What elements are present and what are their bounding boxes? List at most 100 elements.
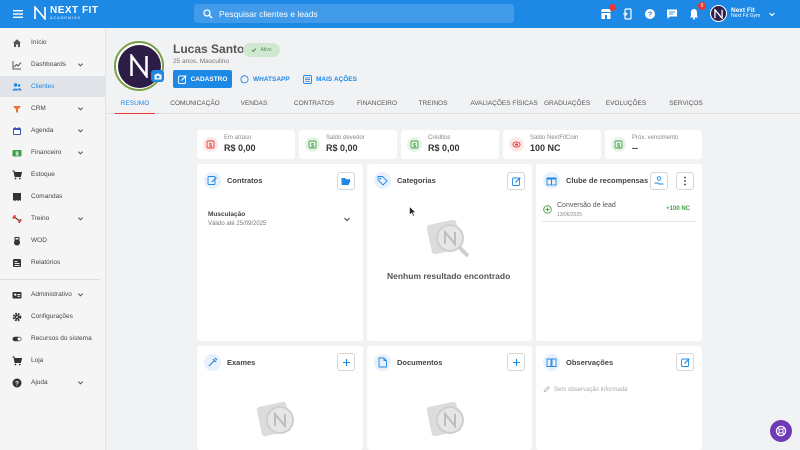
stat-value: R$ 0,00 <box>428 142 460 153</box>
crm-icon <box>12 104 22 114</box>
sidebar-item-clientes[interactable]: Clientes <box>0 76 106 97</box>
stat-saldo-devedor: $ Saldo devedor R$ 0,00 <box>299 130 397 159</box>
sidebar-item-financeiro[interactable]: $ Financeiro <box>0 142 106 163</box>
contract-item[interactable]: Musculação Válido até 25/09/2025 <box>208 211 266 228</box>
chevron-down-icon <box>77 151 84 155</box>
svg-text:$: $ <box>311 143 314 149</box>
stat-value: R$ 0,00 <box>224 142 256 153</box>
overdue-money-icon: $ <box>203 137 218 152</box>
profile-tabs: RESUMO COMUNICAÇÃO VENDAS CONTRATOS FINA… <box>106 96 800 114</box>
support-chat-button[interactable] <box>770 420 792 442</box>
kettlebell-icon <box>12 236 22 246</box>
sidebar-item-treino[interactable]: Treino <box>0 208 106 229</box>
status-badge: Ativo <box>243 43 280 57</box>
sidebar-item-estoque[interactable]: Estoque <box>0 164 106 185</box>
store-button[interactable] <box>598 4 616 22</box>
edit-observations-button[interactable] <box>676 353 694 371</box>
sidebar-divider <box>0 279 100 280</box>
tab-treinos[interactable]: TREINOS <box>414 96 452 114</box>
whatsapp-button[interactable]: WHATSAPP <box>240 70 290 88</box>
sidebar-item-label: Estoque <box>31 171 55 178</box>
sidebar-item-crm[interactable]: CRM <box>0 98 106 119</box>
stat-label: Em atraso <box>224 135 252 142</box>
sidebar-item-label: Relatórios <box>31 259 61 266</box>
chat-icon <box>667 9 677 19</box>
app-logo[interactable]: NEXT FIT ACADEMIAS <box>34 6 98 20</box>
search-input[interactable] <box>219 8 499 19</box>
tab-resumo[interactable]: RESUMO <box>115 96 155 114</box>
panel-title: Documentos <box>397 358 443 367</box>
sidebar-item-configuracoes[interactable]: Configurações <box>0 306 106 327</box>
open-contracts-button[interactable] <box>337 172 355 190</box>
documentos-panel: Documentos <box>367 346 532 450</box>
edit-icon <box>177 74 187 84</box>
add-exam-button[interactable] <box>337 353 355 371</box>
observacoes-panel: Observações Sem observação informada <box>536 346 702 450</box>
sidebar-item-label: Comandas <box>31 193 63 200</box>
reward-points: +100 NC <box>666 206 690 212</box>
chart-line-icon <box>12 60 22 70</box>
store-badge <box>609 4 616 11</box>
redeem-button[interactable] <box>650 172 668 190</box>
sidebar-item-label: Administrativo <box>31 291 72 298</box>
add-document-button[interactable] <box>507 353 525 371</box>
chevron-down-icon[interactable] <box>343 215 351 223</box>
status-label: Ativo <box>260 47 272 53</box>
money-icon: $ <box>611 137 626 152</box>
sidebar-item-agenda[interactable]: Agenda <box>0 120 106 141</box>
phone-exit-icon <box>623 8 632 20</box>
categorias-panel: Categorias Nenhum resultado encontrado <box>367 164 532 341</box>
stat-creditos: $ Créditos R$ 0,00 <box>401 130 499 159</box>
sidebar-item-wod[interactable]: WOD <box>0 230 106 251</box>
sidebar-item-ajuda[interactable]: ? Ajuda <box>0 372 106 393</box>
tab-servicos[interactable]: SERVIÇOS <box>666 96 706 114</box>
hamburger-menu-icon[interactable] <box>11 7 25 21</box>
tab-avaliacoes-fisicas[interactable]: AVALIAÇÕES FÍSICAS <box>466 96 542 114</box>
document-icon <box>374 354 391 371</box>
more-options-button[interactable] <box>676 172 694 190</box>
id-card-icon <box>12 290 22 300</box>
tab-evolucoes[interactable]: EVOLUÇÕES <box>604 96 648 114</box>
logo-subtext: ACADEMIAS <box>50 15 81 20</box>
sidebar-item-label: Financeiro <box>31 149 62 156</box>
notifications-button[interactable]: 9 <box>686 2 706 22</box>
user-avatar <box>710 5 727 22</box>
user-menu[interactable]: Next Fit Next Fit Gym <box>710 5 776 22</box>
messages-button[interactable] <box>664 6 680 22</box>
sidebar-item-dashboards[interactable]: Dashboards <box>0 54 106 75</box>
tab-comunicacao[interactable]: COMUNICAÇÃO <box>168 96 222 114</box>
calendar-icon <box>12 126 22 136</box>
sidebar-item-administrativo[interactable]: Administrativo <box>0 284 106 305</box>
mobile-app-button[interactable] <box>620 6 636 22</box>
stat-saldo-nextfitcoin: Saldo NextFitCoin 100 NC <box>503 130 601 159</box>
chevron-down-icon <box>77 217 84 221</box>
cadastro-button[interactable]: CADASTRO <box>173 70 232 88</box>
svg-text:$: $ <box>617 143 620 149</box>
sidebar-item-inicio[interactable]: Início <box>0 32 106 53</box>
sidebar-item-recursos[interactable]: Recursos do sistema <box>0 328 106 349</box>
book-icon <box>543 354 560 371</box>
edit-categories-button[interactable] <box>507 172 525 190</box>
svg-text:$: $ <box>15 151 18 157</box>
stat-label: Saldo NextFitCoin <box>530 135 579 142</box>
chevron-down-icon <box>769 12 776 16</box>
exames-panel: Exames <box>197 346 363 450</box>
help-button[interactable]: ? <box>642 6 658 22</box>
toggle-icon <box>12 334 22 344</box>
change-photo-button[interactable] <box>151 70 164 82</box>
sidebar-item-comandas[interactable]: Comandas <box>0 186 106 207</box>
sidebar-item-loja[interactable]: Loja <box>0 350 106 371</box>
search-bar[interactable] <box>194 4 514 23</box>
sidebar-item-relatorios[interactable]: Relatórios <box>0 252 106 273</box>
panel-title: Observações <box>566 358 614 367</box>
money-icon: $ <box>407 137 422 152</box>
tab-vendas[interactable]: VENDAS <box>234 96 274 114</box>
plus-icon <box>512 358 520 366</box>
sidebar-item-label: WOD <box>31 237 47 244</box>
tab-financeiro[interactable]: FINANCEIRO <box>351 96 403 114</box>
chevron-down-icon <box>77 381 84 385</box>
tab-contratos[interactable]: CONTRATOS <box>291 96 337 114</box>
tab-graduacoes[interactable]: GRADUAÇÕES <box>544 96 590 114</box>
mais-acoes-button[interactable]: MAIS AÇÕES <box>303 70 357 88</box>
dumbbell-icon <box>12 214 22 224</box>
